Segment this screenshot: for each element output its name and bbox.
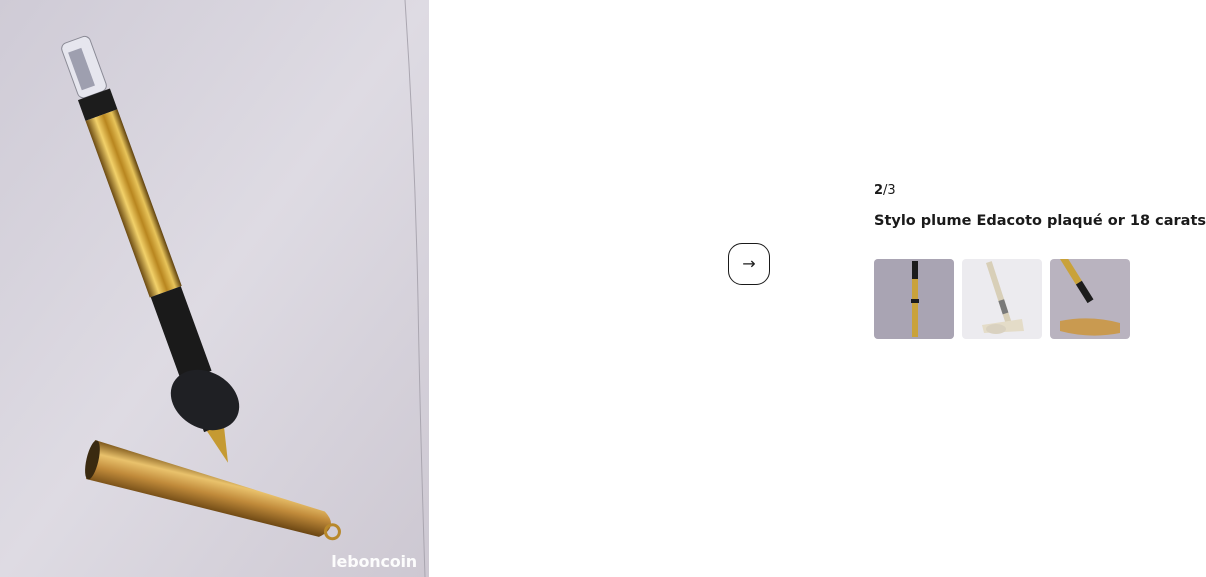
photo-viewer: leboncoin → 2/3 Stylo plume Edacoto plaq…: [0, 0, 1206, 577]
pen-thumbnail-image: [874, 259, 954, 339]
photo-counter-total: /3: [883, 183, 896, 198]
pen-thumbnail-image: [962, 259, 1042, 339]
thumbnail-strip: [874, 259, 1130, 339]
arrow-right-icon: →: [742, 254, 756, 273]
next-photo-button[interactable]: →: [728, 243, 770, 285]
photo-counter: 2/3: [874, 183, 1206, 201]
thumbnail-2[interactable]: [962, 259, 1042, 339]
photo-info: 2/3 Stylo plume Edacoto plaqué or 18 car…: [874, 183, 1206, 229]
photo-counter-current: 2: [874, 183, 884, 198]
thumbnail-3[interactable]: [1050, 259, 1130, 339]
pen-thumbnail-image: [1050, 259, 1130, 339]
thumbnail-1[interactable]: [874, 259, 954, 339]
listing-title: Stylo plume Edacoto plaqué or 18 carats: [874, 213, 1206, 229]
main-photo[interactable]: leboncoin: [0, 0, 429, 577]
pen-photo: [0, 0, 429, 577]
leboncoin-watermark: leboncoin: [331, 552, 417, 571]
